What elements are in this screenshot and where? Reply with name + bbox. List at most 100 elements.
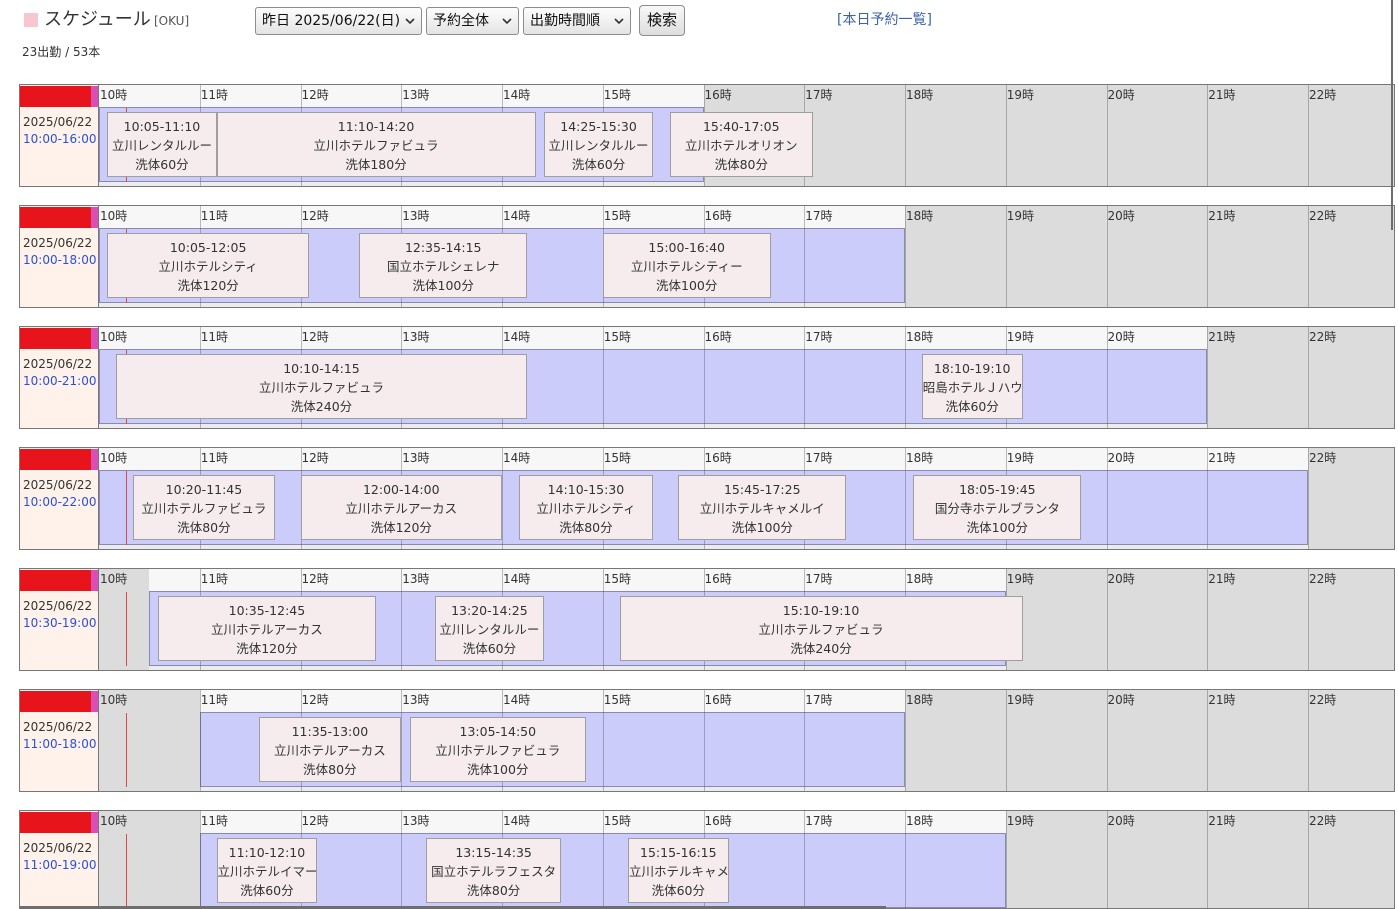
staff-name[interactable]	[20, 449, 98, 470]
hour-label: 20時	[1107, 814, 1135, 828]
work-hours-header	[99, 327, 1208, 349]
timeline: 10時 11時 12時 13時 14時 15時 16時 17時 18時 19時 20時 21時 22時 1…	[99, 810, 1395, 909]
reservation-place: 立川ホテルファビュラ	[435, 743, 561, 758]
staff-name-redaction	[20, 207, 91, 228]
hour-label: 21時	[1208, 88, 1236, 102]
reservation-box[interactable]: 10:20-11:45 立川ホテルファビュラ 洗体80分	[132, 475, 276, 540]
reservation-course: 洗体80分	[177, 520, 231, 535]
reservation-box[interactable]: 15:10-19:10 立川ホテルファビュラ 洗体240分	[619, 596, 1023, 661]
date-select[interactable]: 昨日 2025/06/22(日)	[255, 7, 422, 35]
reservation-box[interactable]: 13:20-14:25 立川レンタルルー 洗体60分	[434, 596, 544, 661]
staff-name[interactable]	[20, 207, 98, 228]
timeline: 10時 11時 12時 13時 14時 15時 16時 17時 18時 19時 20時 21時 22時 1…	[99, 447, 1395, 550]
hour-label: 11時	[200, 814, 229, 828]
vertical-scrollbar-thumb[interactable]	[1391, 0, 1393, 230]
page-title: スケジュール	[44, 9, 151, 30]
hour-label: 14時	[503, 209, 531, 223]
hour-label: 17時	[805, 330, 833, 344]
hour-label: 17時	[805, 693, 833, 707]
hour-label: 19時	[1006, 693, 1035, 707]
reservation-course: 洗体60分	[135, 157, 189, 172]
reservation-place: 昭島ホテルＪハウ	[922, 380, 1023, 395]
reservation-time: 15:40-17:05	[702, 119, 780, 134]
staff-info-cell: 2025/06/22 11:00-19:00	[19, 810, 99, 909]
reservation-course: 洗体60分	[651, 883, 706, 898]
hour-label: 13時	[402, 88, 430, 102]
hour-label: 10時	[100, 693, 128, 707]
reservation-time: 15:15-16:15	[640, 845, 717, 860]
hour-label: 16時	[704, 88, 732, 102]
hour-label: 15時	[603, 330, 632, 344]
hour-label: 22時	[1309, 88, 1337, 102]
staff-row: 2025/06/22 10:00-16:00 10時 11時 12時 13時 14時 15時 1…	[19, 84, 1395, 187]
reservation-course: 洗体100分	[731, 520, 793, 535]
scope-select-value: 予約全体	[433, 13, 489, 29]
hour-label: 19時	[1006, 451, 1035, 465]
staff-row: 2025/06/22 10:30-19:00 10時 11時 12時 13時 14時 15時 1…	[19, 568, 1395, 671]
reservation-box[interactable]: 10:05-12:05 立川ホテルシティ 洗体120分	[107, 233, 309, 298]
staff-info-cell: 2025/06/22 10:00-21:00	[19, 326, 99, 429]
search-button[interactable]: 検索	[639, 5, 685, 36]
work-hours-ruler	[99, 424, 1208, 428]
staff-name[interactable]	[20, 812, 98, 833]
hour-label: 18時	[906, 572, 934, 586]
reservation-box[interactable]: 15:45-17:25 立川ホテルキャメルイ 洗体100分	[678, 475, 847, 540]
shift-time: 11:00-18:00	[23, 737, 97, 751]
reservation-box[interactable]: 18:05-19:45 国分寺ホテルブランタ 洗体100分	[913, 475, 1082, 540]
today-reservations-link[interactable]: [本日予約一覧]	[837, 11, 932, 29]
hour-label: 21時	[1208, 572, 1236, 586]
staff-name[interactable]	[20, 328, 98, 349]
reservation-course: 洗体80分	[714, 157, 768, 172]
reservation-place: 立川ホテルファビュラ	[758, 622, 884, 637]
sort-select[interactable]: 出勤時間順	[523, 7, 631, 35]
reservation-box[interactable]: 14:10-15:30 立川ホテルシティ 洗体80分	[518, 475, 654, 540]
reservation-box[interactable]: 15:00-16:40 立川ホテルシティー 洗体100分	[602, 233, 771, 298]
reservation-box[interactable]: 13:15-14:35 国立ホテルラフェスタ 洗体80分	[426, 838, 561, 903]
hour-label: 19時	[1006, 814, 1035, 828]
reservation-course: 洗体180分	[345, 157, 407, 172]
hour-label: 20時	[1107, 209, 1135, 223]
hour-label: 14時	[503, 693, 531, 707]
chevron-shape	[502, 18, 512, 25]
hour-label: 18時	[906, 88, 934, 102]
hour-label: 13時	[402, 693, 430, 707]
shift-time: 10:00-21:00	[23, 374, 97, 388]
reservation-box[interactable]: 13:05-14:50 立川ホテルファビュラ 洗体100分	[409, 717, 586, 782]
reservation-box[interactable]: 10:35-12:45 立川ホテルアーカス 洗体120分	[157, 596, 377, 661]
hour-label: 18時	[906, 451, 934, 465]
reservation-time: 13:05-14:50	[459, 724, 537, 739]
scope-select[interactable]: 予約全体	[426, 7, 519, 35]
staff-name[interactable]	[20, 570, 98, 591]
staff-name-redaction	[20, 812, 91, 833]
work-hours-ruler	[199, 787, 905, 791]
reservation-box[interactable]: 10:05-11:10 立川レンタルルー 洗体60分	[107, 112, 217, 177]
reservation-box[interactable]: 14:25-15:30 立川レンタルルー 洗体60分	[543, 112, 654, 177]
reservation-box[interactable]: 12:00-14:00 立川ホテルアーカス 洗体120分	[300, 475, 502, 540]
staff-name[interactable]	[20, 86, 98, 107]
hour-label: 18時	[906, 330, 934, 344]
reservation-box[interactable]: 10:10-14:15 立川ホテルファビュラ 洗体240分	[115, 354, 528, 419]
reservation-course: 洗体120分	[370, 520, 432, 535]
reservation-box[interactable]: 15:15-16:15 立川ホテルキャメ 洗体60分	[627, 838, 729, 903]
reservation-box[interactable]: 11:35-13:00 立川ホテルアーカス 洗体80分	[258, 717, 402, 782]
reservation-box[interactable]: 11:10-12:10 立川ホテルイマー 洗体60分	[216, 838, 318, 903]
hour-label: 22時	[1309, 572, 1337, 586]
hour-label: 13時	[402, 330, 430, 344]
reservation-time: 11:10-12:10	[228, 845, 306, 860]
reservation-place: 立川ホテルシティ	[158, 259, 258, 274]
hour-label: 14時	[503, 330, 531, 344]
reservation-box[interactable]: 15:40-17:05 立川ホテルオリオン 洗体80分	[669, 112, 813, 177]
staff-name[interactable]	[20, 691, 98, 712]
hour-label: 14時	[503, 451, 531, 465]
reservation-box[interactable]: 11:10-14:20 立川ホテルファビュラ 洗体180分	[216, 112, 536, 177]
reservation-course: 洗体120分	[177, 278, 239, 293]
reservation-box[interactable]: 12:35-14:15 国立ホテルシェレナ 洗体100分	[359, 233, 528, 298]
reservation-box[interactable]: 18:10-19:10 昭島ホテルＪハウ 洗体60分	[921, 354, 1023, 419]
reservation-time: 11:10-14:20	[337, 119, 415, 134]
reservation-course: 洗体60分	[462, 641, 517, 656]
reservation-place: 立川ホテルファビュラ	[313, 138, 439, 153]
reservation-time: 11:35-13:00	[291, 724, 369, 739]
shift-date: 2025/06/22	[23, 115, 93, 129]
hour-label: 17時	[805, 814, 833, 828]
date-select-value: 昨日 2025/06/22(日)	[262, 13, 401, 29]
